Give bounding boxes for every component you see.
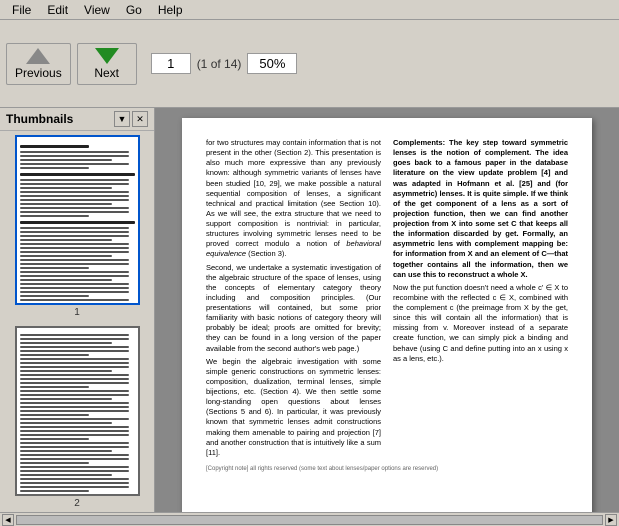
- sidebar: Thumbnails ▼ ✕: [0, 108, 155, 512]
- pdf-viewer[interactable]: for two structures may contain informati…: [155, 108, 619, 512]
- thumbnail-page-2[interactable]: 2: [4, 326, 150, 509]
- sidebar-title: Thumbnails: [6, 112, 73, 126]
- zoom-input[interactable]: [247, 53, 297, 74]
- menubar: File Edit View Go Help: [0, 0, 619, 20]
- thumbnail-label-2: 2: [74, 498, 80, 509]
- pdf-page-1: for two structures may contain informati…: [182, 118, 592, 512]
- previous-button[interactable]: Previous: [6, 43, 71, 85]
- menu-go[interactable]: Go: [118, 1, 150, 19]
- sidebar-dropdown[interactable]: ▼: [114, 111, 130, 127]
- previous-label: Previous: [15, 66, 62, 80]
- next-label: Next: [94, 66, 119, 80]
- thumbnail-img-1: [15, 135, 140, 305]
- toolbar: Previous Next (1 of 14): [0, 20, 619, 108]
- sidebar-close[interactable]: ✕: [132, 111, 148, 127]
- menu-edit[interactable]: Edit: [39, 1, 76, 19]
- pdf-copyright-1: [Copyright note] all rights reserved (so…: [206, 465, 568, 473]
- next-button[interactable]: Next: [77, 43, 137, 85]
- scroll-right-arrow[interactable]: ▶: [605, 514, 617, 526]
- menu-file[interactable]: File: [4, 1, 39, 19]
- thumbnail-page-1[interactable]: 1: [4, 135, 150, 318]
- sidebar-header: Thumbnails ▼ ✕: [0, 108, 154, 131]
- thumbnail-label-1: 1: [74, 307, 80, 318]
- page-info: (1 of 14): [197, 57, 242, 71]
- thumbnail-img-2: [15, 326, 140, 496]
- thumbnail-area[interactable]: 1: [0, 131, 154, 512]
- menu-help[interactable]: Help: [150, 1, 191, 19]
- next-icon: [95, 48, 119, 64]
- page-controls: (1 of 14): [151, 53, 298, 74]
- main-area: Thumbnails ▼ ✕: [0, 108, 619, 512]
- menu-view[interactable]: View: [76, 1, 118, 19]
- scroll-left-arrow[interactable]: ◀: [2, 514, 14, 526]
- page-input[interactable]: [151, 53, 191, 74]
- h-scroll-track[interactable]: [16, 515, 603, 525]
- sidebar-controls: ▼ ✕: [114, 111, 148, 127]
- bottom-scrollbar: ◀ ▶: [0, 512, 619, 526]
- previous-icon: [26, 48, 50, 64]
